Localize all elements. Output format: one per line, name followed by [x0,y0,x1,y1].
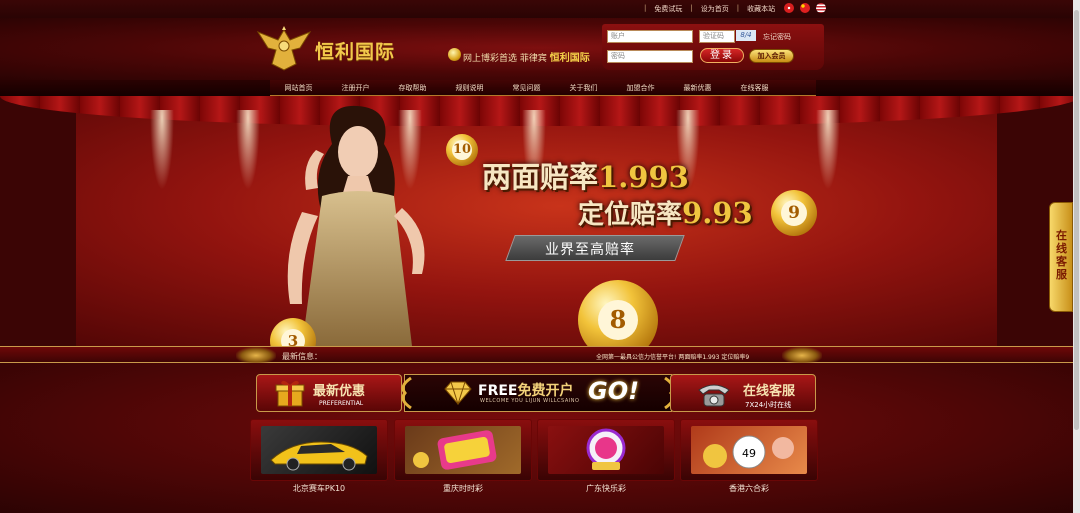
set-homepage-link[interactable]: 设为首页 [701,4,729,14]
hk-flag-icon[interactable] [784,3,794,13]
account-input[interactable]: 账户 [607,30,693,43]
logo-text: 恒利国际 [315,41,396,63]
telephone-icon [698,384,730,407]
lottery-balls-icon: 49 [703,435,794,469]
header: 恒利国际 网上博彩首选 菲律宾 恒利国际 [0,18,1080,80]
service-subtitle: 7X24小时在线 [745,401,792,409]
captcha-image[interactable]: 8/4 [736,30,756,41]
promo-subtitle: PREFERENTIAL [319,400,364,407]
free-register-title: FREE免费开户 [478,380,573,400]
ticker-message[interactable]: 全网第一最具公信力信誉平台! 两面赔率1.993 定位赔率9 [596,352,749,361]
eagle-logo-icon[interactable] [256,24,312,72]
spotlight [236,110,260,190]
game-card-hongkong[interactable]: 49 [680,419,818,481]
free-title-en: FREE [478,383,518,399]
nav-item-home[interactable]: 网站首页 [270,80,327,96]
game-label-pk10[interactable]: 北京赛车PK10 [250,483,388,494]
us-flag-icon[interactable] [816,3,826,13]
nav-item-promotions[interactable]: 最新优惠 [669,80,726,96]
language-flags [784,3,826,13]
ball-number: 10 [452,140,472,160]
scrollbar-thumb[interactable] [1074,10,1079,430]
nav-item-about[interactable]: 关于我们 [555,80,612,96]
gift-box-icon [275,380,305,407]
separator: | [644,4,647,12]
nav-item-register[interactable]: 注册开户 [327,80,384,96]
guangdong-thumbnail [548,426,664,474]
separator: | [736,4,740,12]
banner-left-shade [0,96,76,346]
race-car-thumbnail [261,426,377,474]
lottery-ball-9: 9 [771,190,817,236]
join-member-button[interactable]: 加入会员 [749,49,794,63]
nav-item-rules[interactable]: 规则说明 [441,80,498,96]
nav-item-support[interactable]: 在线客服 [726,80,783,96]
coin-icon [448,48,461,61]
game-label-guangdong[interactable]: 广东快乐彩 [537,483,675,494]
spotlight [150,110,174,190]
game-card-chongqing[interactable] [394,419,532,481]
password-input[interactable]: 密码 [607,50,693,63]
captcha-input[interactable]: 验证码 [699,30,735,43]
lottery-ball-8: 8 [578,280,658,346]
floating-service-label: 在线客服 [1056,229,1067,281]
spotlight [816,110,840,190]
hongkong-thumbnail: 49 [691,426,807,474]
slogan: 网上博彩首选 菲律宾 恒利国际 [463,49,590,64]
page-scrollbar[interactable] [1073,0,1080,513]
ball-number: 3 [281,329,305,346]
headline-label: 定位赔率 [578,200,683,230]
main-nav: 网站首页 注册开户 存取帮助 规则说明 常见问题 关于我们 加盟合作 最新优惠 … [0,80,1080,96]
game-card-pk10[interactable] [250,419,388,481]
free-title-cn: 免费开户 [517,383,574,399]
left-flourish-icon [401,376,412,410]
forgot-password-link[interactable]: 忘记密码 [763,32,791,42]
model-figure [287,105,425,346]
two-sided-odds-headline: 两面赔率1.993 [482,154,689,196]
top-bar: | 免费试玩 | 设为首页 | 收藏本站 [0,0,1080,18]
nav-bar: 网站首页 注册开户 存取帮助 规则说明 常见问题 关于我们 加盟合作 最新优惠 … [270,80,816,96]
news-ticker: 最新信息： 全网第一最具公信力信誉平台! 两面赔率1.993 定位赔率9 [0,346,1080,364]
nav-item-partner[interactable]: 加盟合作 [612,80,669,96]
nav-item-faq[interactable]: 常见问题 [498,80,555,96]
lottery-logo-icon [413,430,497,470]
tagline-text: 业界至高赔率 [545,242,635,258]
free-trial-link[interactable]: 免费试玩 [654,4,682,14]
lottery-ball-10: 10 [446,134,478,166]
nav-item-deposit-help[interactable]: 存取帮助 [384,80,441,96]
position-odds-headline: 定位赔率9.93 [578,194,753,231]
right-ornament-icon [782,347,822,364]
bookmark-link[interactable]: 收藏本站 [747,4,775,14]
promo-title: 最新优惠 [313,384,366,399]
free-register-subtitle: WELCOME YOU LIJUN WILLCSAINO [480,398,580,404]
left-ornament-icon [236,347,276,364]
headline-value: 9.93 [682,196,753,230]
chongqing-thumbnail [405,426,521,474]
game-card-guangdong[interactable] [537,419,675,481]
online-service-button[interactable]: 在线客服 7X24小时在线 [670,374,816,412]
slogan-prefix: 网上博彩首选 菲律宾 [463,54,547,64]
happy-ten-logo-icon [586,428,626,470]
ball-number: 9 [781,200,807,226]
cn-flag-icon[interactable] [800,3,810,13]
game-label-hongkong[interactable]: 香港六合彩 [680,483,818,494]
sports-car-icon [270,441,368,471]
content-area: 最新优惠 PREFERENTIAL FREE免费开户 WELCOME YOU L… [0,363,1080,513]
ticker-label: 最新信息： [282,352,322,361]
service-title: 在线客服 [743,384,796,399]
separator: | [690,4,693,12]
floating-service-tab[interactable]: 在线客服 [1049,202,1073,312]
headline-label: 两面赔率 [482,160,599,194]
svg-text:49: 49 [742,447,756,460]
diamond-icon [444,381,472,405]
game-label-chongqing[interactable]: 重庆时时彩 [394,483,532,494]
login-button[interactable]: 登录 [700,48,744,63]
latest-promotions-button[interactable]: 最新优惠 PREFERENTIAL [256,374,402,412]
hero-banner[interactable]: 10 9 8 3 两面赔率1.993 定位赔率9.93 业界至高赔率 [0,96,1080,346]
headline-value: 1.993 [598,160,689,194]
go-text: GO! [588,377,640,405]
ball-number: 8 [598,300,638,340]
top-links: | 免费试玩 | 设为首页 | 收藏本站 [636,4,775,14]
slogan-brand: 恒利国际 [549,53,590,64]
